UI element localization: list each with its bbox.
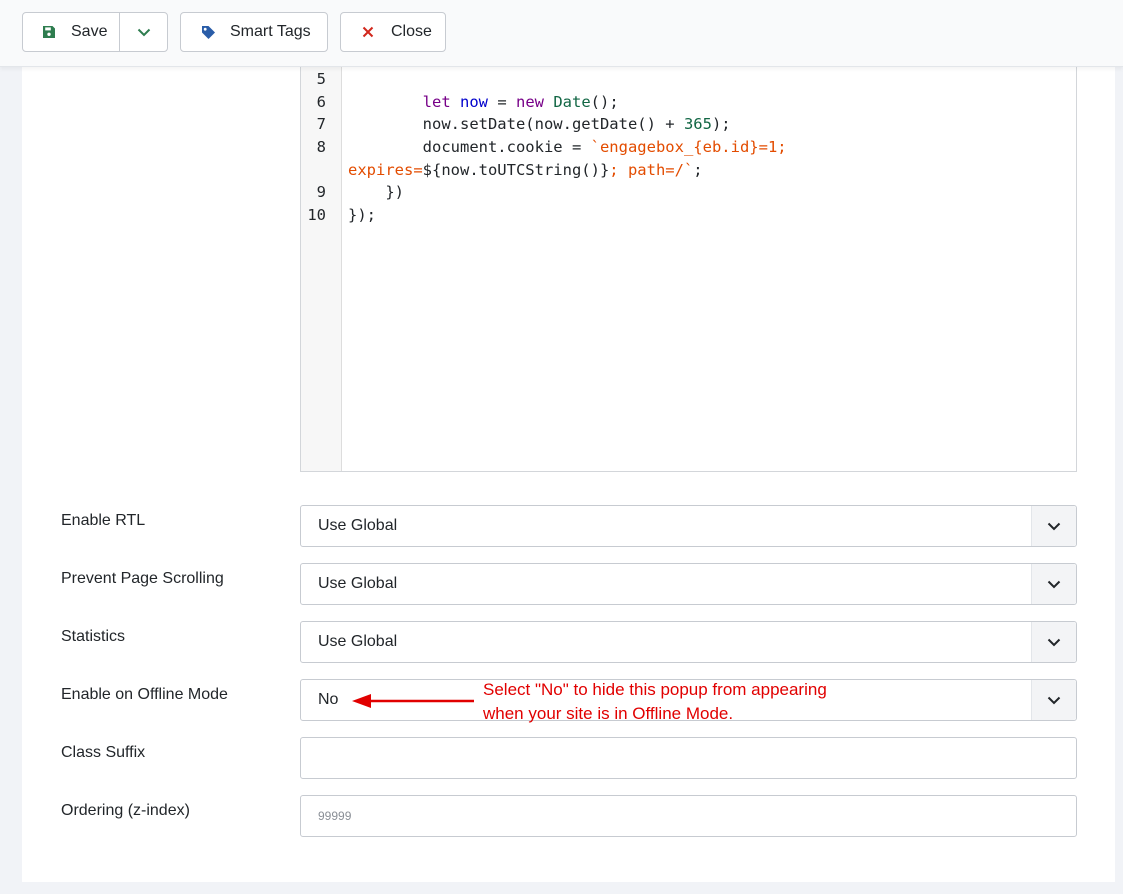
annotation-arrow: [352, 694, 474, 708]
code-token: =: [488, 92, 516, 111]
save-button-group: Save: [22, 12, 168, 52]
settings-panel: 56 let now = new Date(); 7 now.setDate(no…: [22, 66, 1115, 882]
class-suffix-input[interactable]: [300, 737, 1077, 779]
prevent-scrolling-value: Use Global: [318, 575, 398, 592]
line-number: 5: [316, 70, 326, 88]
code-token: ${now.toUTCString()}: [422, 160, 610, 179]
enable-rtl-row: Enable RTL Use Global: [22, 505, 1115, 547]
offline-mode-label: Enable on Offline Mode: [61, 686, 228, 703]
line-number: 10: [307, 206, 326, 225]
chevron-down-icon: [1031, 564, 1076, 604]
code-editor[interactable]: 56 let now = new Date(); 7 now.setDate(no…: [300, 66, 1077, 472]
code-token: expires=: [348, 160, 423, 179]
code-token: new: [516, 92, 544, 111]
code-line: 5: [301, 68, 1076, 91]
code-text: let now = new Date();: [348, 91, 619, 114]
statistics-label: Statistics: [61, 628, 126, 645]
enable-rtl-label: Enable RTL: [61, 512, 146, 529]
code-text: });: [348, 204, 376, 227]
code-token: ;: [693, 160, 703, 179]
code-line: 8 document.cookie = `engagebox_{eb.id}=1…: [301, 136, 1076, 159]
code-token: 365: [683, 115, 712, 134]
code-line: 6 let now = new Date();: [301, 91, 1076, 114]
line-number: 8: [316, 138, 326, 157]
code-text: document.cookie = `engagebox_{eb.id}=1;: [348, 136, 787, 159]
code-token: document.cookie =: [348, 138, 591, 157]
statistics-value: Use Global: [318, 633, 398, 650]
class-suffix-row: Class Suffix: [22, 737, 1115, 779]
code-token: let: [422, 92, 451, 111]
code-token: });: [348, 206, 376, 225]
code-line: expires=${now.toUTCString()}; path=/`;: [301, 159, 1076, 182]
save-label: Save: [71, 23, 108, 40]
code-content: 56 let now = new Date(); 7 now.setDate(no…: [301, 68, 1076, 227]
chevron-down-icon: [1031, 506, 1076, 546]
code-text: }): [348, 181, 404, 204]
tag-icon: [200, 25, 216, 40]
ordering-label: Ordering (z-index): [61, 802, 190, 819]
code-line: 9 }): [301, 181, 1076, 204]
statistics-row: Statistics Use Global: [22, 621, 1115, 663]
line-number: 7: [316, 115, 326, 134]
chevron-down-icon: [1031, 622, 1076, 662]
code-token: now.setDate(now.getDate() +: [348, 115, 684, 134]
code-text: now.setDate(now.getDate() + 365);: [348, 113, 731, 136]
code-line: 7 now.setDate(now.getDate() + 365);: [301, 113, 1076, 136]
prevent-scrolling-select[interactable]: Use Global: [300, 563, 1077, 605]
annotation-line-1: Select "No" to hide this popup from appe…: [483, 680, 827, 699]
ordering-input[interactable]: 99999: [300, 795, 1077, 837]
class-suffix-label: Class Suffix: [61, 744, 146, 761]
code-token: `engagebox_{eb.id}=1;: [590, 138, 787, 157]
annotation-text: Select "No" to hide this popup from appe…: [483, 678, 863, 726]
prevent-scrolling-row: Prevent Page Scrolling Use Global: [22, 563, 1115, 605]
ordering-placeholder: 99999: [318, 809, 352, 823]
save-button[interactable]: Save: [23, 13, 119, 51]
toolbar: Save Smart Tags Close: [0, 0, 1123, 67]
close-button[interactable]: Close: [340, 12, 446, 52]
line-number: 6: [316, 92, 326, 111]
close-label: Close: [391, 23, 432, 40]
code-token: ; path=/`: [609, 160, 694, 179]
code-token: ();: [590, 92, 619, 111]
enable-rtl-select[interactable]: Use Global: [300, 505, 1077, 547]
code-token: now: [460, 92, 488, 111]
smart-tags-label: Smart Tags: [230, 23, 311, 40]
code-text: expires=${now.toUTCString()}; path=/`;: [348, 159, 703, 182]
chevron-down-icon: [137, 28, 151, 37]
code-line: 10});: [301, 204, 1076, 227]
annotation-line-2: when your site is in Offline Mode.: [483, 704, 734, 723]
statistics-select[interactable]: Use Global: [300, 621, 1077, 663]
code-token: Date: [553, 92, 591, 111]
chevron-down-icon: [1031, 680, 1076, 720]
code-token: );: [711, 115, 731, 134]
code-token: }): [348, 183, 404, 202]
smart-tags-button[interactable]: Smart Tags: [180, 12, 328, 52]
save-options-dropdown[interactable]: [120, 13, 167, 51]
ordering-row: Ordering (z-index) 99999: [22, 795, 1115, 837]
enable-rtl-value: Use Global: [318, 517, 398, 534]
close-icon: [361, 26, 375, 38]
floppy-disk-icon: [40, 25, 58, 39]
line-number: 9: [316, 183, 326, 202]
prevent-scrolling-label: Prevent Page Scrolling: [61, 570, 224, 587]
